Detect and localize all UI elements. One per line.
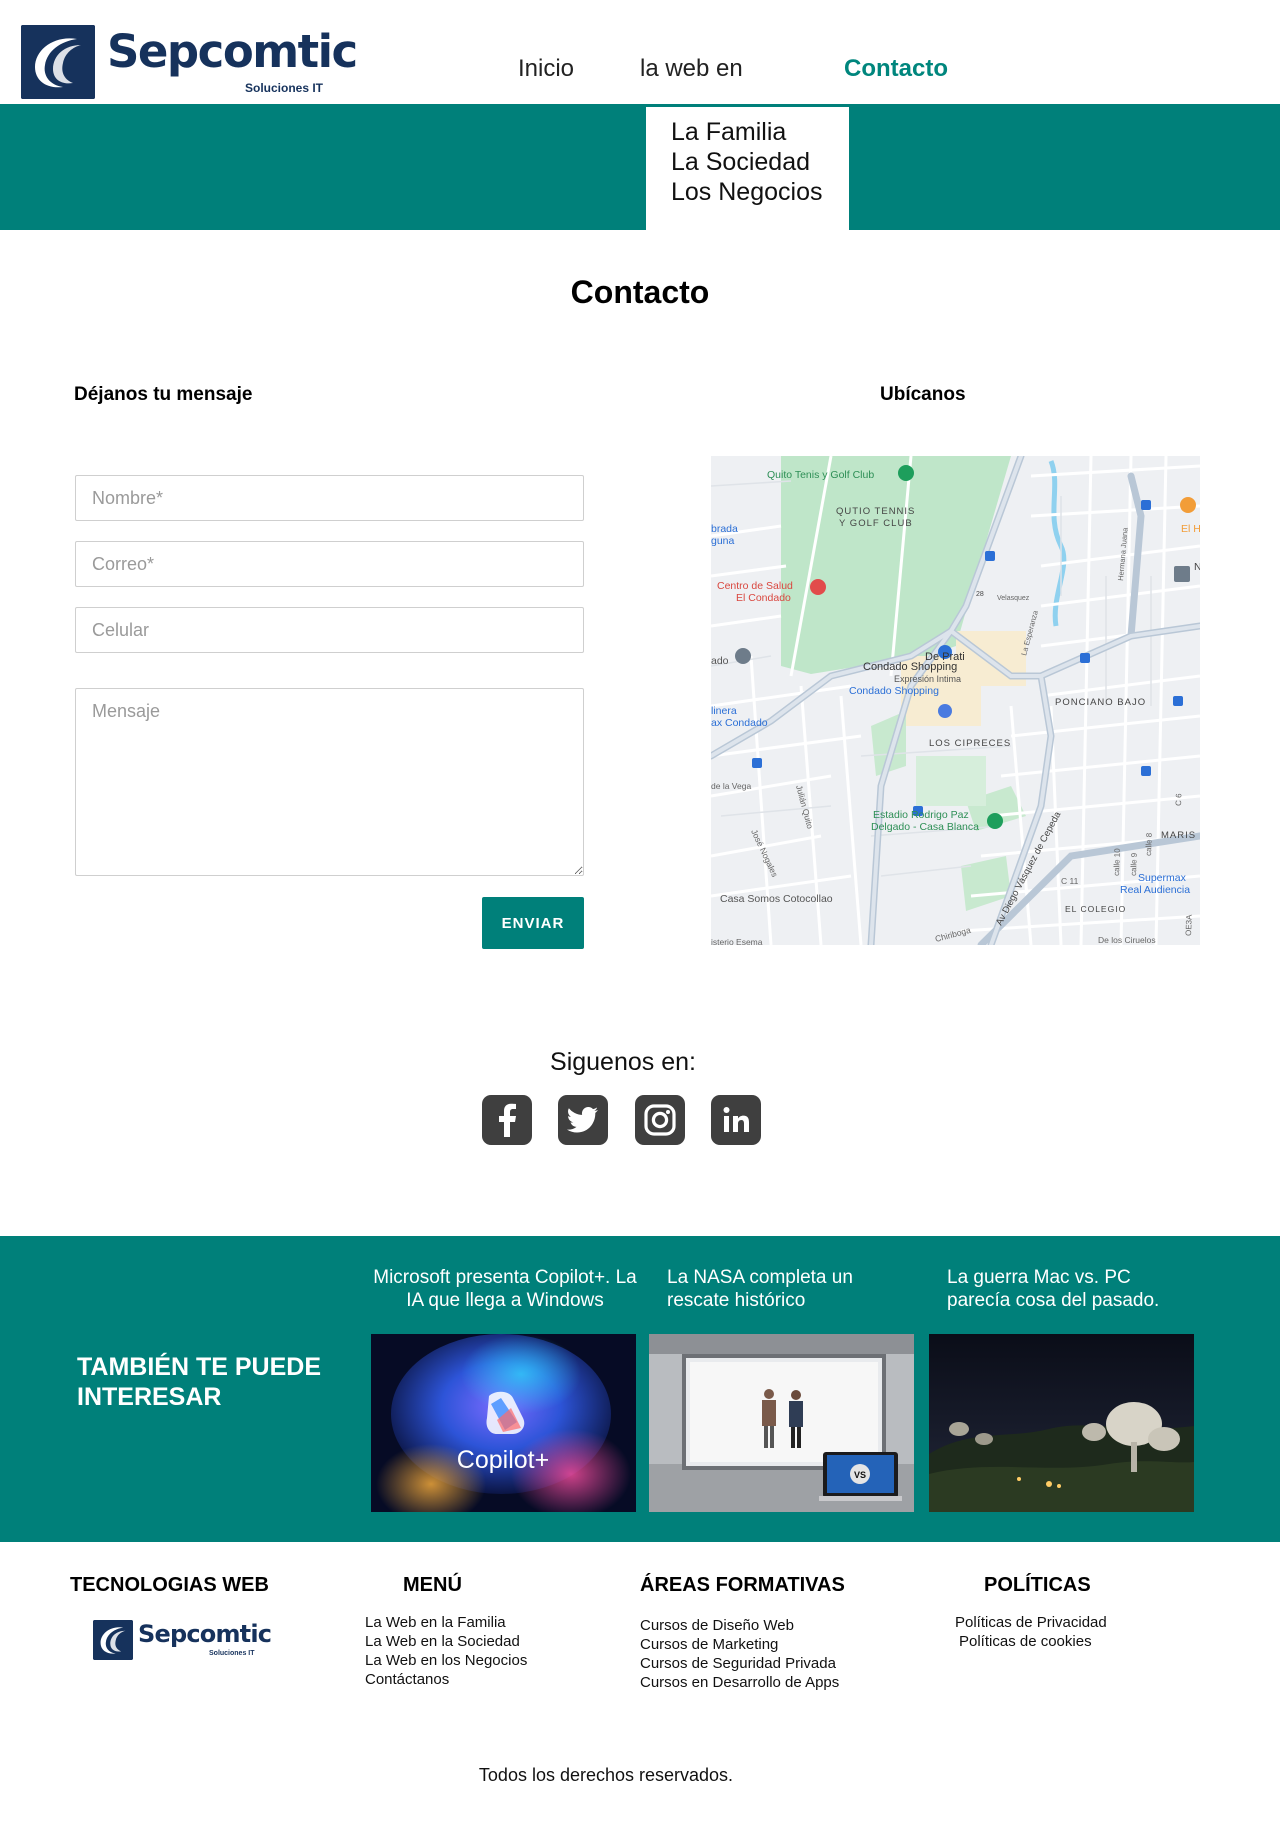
- footer-tech-title: TECNOLOGIAS WEB: [70, 1574, 269, 1596]
- dropdown-item-negocios[interactable]: Los Negocios: [671, 177, 849, 207]
- nav-la-web-en[interactable]: la web en: [640, 55, 743, 83]
- article-card-mac-pc[interactable]: La guerra Mac vs. PC parecía cosa del pa…: [929, 1236, 1197, 1542]
- map-label: calle 9: [1129, 852, 1139, 876]
- map-label: Expresión Intima: [894, 674, 961, 684]
- map-label: N: [1194, 561, 1200, 573]
- map-label: El Condado: [736, 592, 791, 604]
- map-label: Condado Shopping: [863, 661, 957, 673]
- footer-policies-title: POLÍTICAS: [984, 1574, 1091, 1596]
- brand-logo[interactable]: Sepcomtic Soluciones IT: [21, 25, 358, 99]
- map-label: Velasquez: [997, 595, 1030, 602]
- copyright: Todos los derechos reservados.: [478, 1765, 734, 1785]
- map-label: Centro de Salud: [717, 580, 793, 592]
- map-label: Condado Shopping: [849, 685, 939, 697]
- map-label: linera: [711, 705, 737, 717]
- footer-link-apps[interactable]: Cursos en Desarrollo de Apps: [640, 1674, 839, 1691]
- instagram-icon[interactable]: [635, 1095, 685, 1145]
- footer-link-privacidad[interactable]: Políticas de Privacidad: [955, 1614, 1107, 1631]
- footer-link-seguridad[interactable]: Cursos de Seguridad Privada: [640, 1655, 836, 1672]
- dropdown-item-familia[interactable]: La Familia: [671, 117, 849, 147]
- map-label: OE3A: [1184, 914, 1194, 936]
- footer-menu-title: MENÚ: [403, 1574, 462, 1596]
- map-label: PONCIANO BAJO: [1055, 697, 1146, 708]
- footer-link-familia[interactable]: La Web en la Familia: [365, 1614, 506, 1631]
- map-label: EL COLEGIO: [1065, 904, 1126, 914]
- message-textarea[interactable]: [75, 688, 584, 876]
- map-heading: Ubícanos: [880, 384, 966, 405]
- article-title: La guerra Mac vs. PC parecía cosa del pa…: [947, 1267, 1160, 1311]
- footer-logo[interactable]: Sepcomtic Soluciones IT: [93, 1620, 272, 1662]
- map-label: de la Vega: [711, 781, 751, 791]
- footer-areas-title: ÁREAS FORMATIVAS: [640, 1574, 845, 1596]
- map-label: C 11: [1061, 876, 1079, 886]
- send-button[interactable]: ENVIAR: [482, 897, 584, 949]
- brand-name: Sepcomtic: [107, 25, 358, 78]
- footer-link-sociedad[interactable]: La Web en la Sociedad: [365, 1633, 520, 1650]
- phone-input[interactable]: [75, 607, 584, 653]
- name-input[interactable]: [75, 475, 584, 521]
- article-card-nasa[interactable]: La NASA completa un rescate histórico VS: [649, 1236, 917, 1542]
- header-band: [0, 104, 1280, 230]
- footer-link-diseno-web[interactable]: Cursos de Diseño Web: [640, 1617, 794, 1634]
- nav-dropdown: La Familia La Sociedad Los Negocios: [646, 107, 849, 230]
- map-label: Delgado - Casa Blanca: [871, 821, 979, 833]
- map-label: Y GOLF CLUB: [839, 518, 913, 529]
- footer-policies-list: Políticas de Privacidad Políticas de coo…: [955, 1613, 1107, 1651]
- article-title: La NASA completa un rescate histórico: [667, 1267, 853, 1311]
- nav-contacto[interactable]: Contacto: [844, 55, 948, 83]
- map-label: Estadio Rodrigo Paz: [873, 809, 969, 821]
- map-label: calle 8: [1144, 832, 1154, 856]
- map-label: isterio Esema: [711, 937, 763, 945]
- map-label: QUTIO TENNIS: [836, 506, 915, 517]
- footer-link-marketing[interactable]: Cursos de Marketing: [640, 1636, 778, 1653]
- map-label: Casa Somos Cotocollao: [720, 893, 833, 905]
- brand-tagline: Soluciones IT: [209, 1650, 255, 1657]
- map-label: ax Condado: [711, 717, 768, 729]
- footer-link-negocios[interactable]: La Web en los Negocios: [365, 1652, 527, 1669]
- logo-swoosh-icon: [93, 1620, 133, 1660]
- map-label: De los Ciruelos: [1098, 935, 1156, 945]
- footer-link-cookies[interactable]: Políticas de cookies: [959, 1633, 1092, 1650]
- brand-tagline: Soluciones IT: [245, 81, 324, 95]
- copilot-image: Copilot+: [371, 1334, 636, 1512]
- antennas-image: [929, 1334, 1194, 1512]
- map-label: guna: [711, 535, 735, 547]
- facebook-icon[interactable]: [482, 1095, 532, 1145]
- map-label: calle 10: [1112, 848, 1122, 876]
- map-label: LOS CIPRECES: [929, 738, 1011, 749]
- footer-areas-list: Cursos de Diseño Web Cursos de Marketing…: [640, 1616, 839, 1692]
- social-title: Siguenos en:: [550, 1048, 696, 1076]
- map-label: Real Audiencia: [1120, 884, 1190, 896]
- map-label: ado: [711, 655, 729, 667]
- twitter-icon[interactable]: [558, 1095, 608, 1145]
- mac-vs-pc-image: VS: [649, 1334, 914, 1512]
- map-label: Supermax: [1138, 872, 1187, 884]
- interest-title: TAMBIÉN TE PUEDE INTERESAR: [77, 1353, 321, 1411]
- logo-swoosh-icon: [21, 25, 95, 99]
- email-input[interactable]: [75, 541, 584, 587]
- map-label: brada: [711, 523, 738, 535]
- form-heading: Déjanos tu mensaje: [74, 384, 253, 405]
- map-label: 28: [976, 591, 984, 598]
- nav-inicio[interactable]: Inicio: [518, 55, 574, 83]
- map-embed[interactable]: Quito Tenis y Golf Club QUTIO TENNIS Y G…: [711, 456, 1200, 945]
- article-card-copilot[interactable]: Microsoft presenta Copilot+. La IA que l…: [371, 1236, 639, 1542]
- linkedin-icon[interactable]: [711, 1095, 761, 1145]
- map-label: El H: [1181, 523, 1200, 535]
- map-label: Quito Tenis y Golf Club: [767, 469, 874, 481]
- page-title: Contacto: [570, 274, 710, 310]
- dropdown-item-sociedad[interactable]: La Sociedad: [671, 147, 849, 177]
- copilot-wordmark: Copilot+: [457, 1446, 549, 1474]
- map-label: MARIS: [1161, 830, 1196, 841]
- footer-menu-list: La Web en la Familia La Web en la Socied…: [365, 1613, 527, 1689]
- vs-badge: VS: [854, 1470, 866, 1480]
- map-label: C 6: [1174, 793, 1183, 806]
- brand-name: Sepcomtic: [138, 1620, 272, 1648]
- article-title: Microsoft presenta Copilot+. La IA que l…: [373, 1267, 637, 1311]
- interest-section: TAMBIÉN TE PUEDE INTERESAR Microsoft pre…: [0, 1236, 1280, 1542]
- footer-link-contacto[interactable]: Contáctanos: [365, 1671, 449, 1688]
